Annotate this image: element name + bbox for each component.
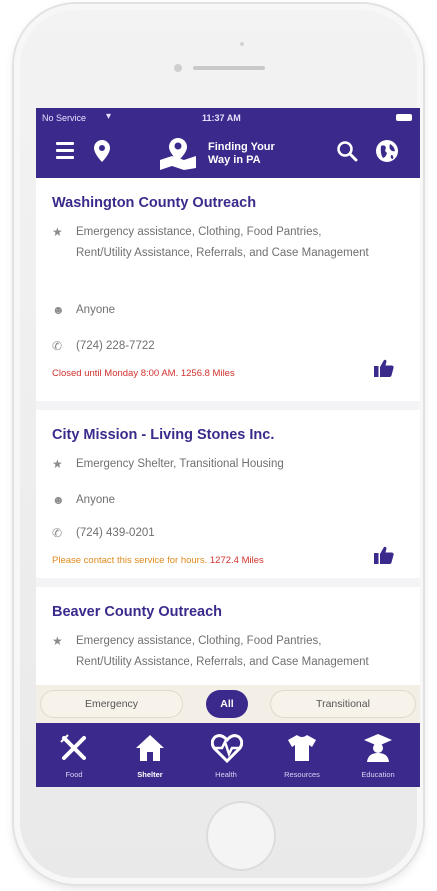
app-title: Finding Your Way in PA (208, 141, 308, 167)
search-icon[interactable] (336, 140, 358, 162)
carrier-label: No Service (42, 113, 87, 123)
tab-all[interactable]: All (206, 690, 248, 718)
people-icon: ☻ (52, 303, 65, 317)
shirt-icon (288, 735, 316, 761)
tab-emergency[interactable]: Emergency (40, 690, 183, 718)
list-item[interactable]: Washington County Outreach ★ Emergency a… (36, 178, 420, 401)
audience-text: Anyone (76, 494, 116, 506)
hours-status-row: Please contact this service for hours. 1… (52, 555, 264, 566)
status-bar: No Service ▾ 11:37 AM (36, 108, 420, 128)
filter-tabs: Emergency All Transitional (36, 685, 420, 723)
services-text: Emergency assistance, Clothing, Food Pan… (76, 226, 369, 259)
front-camera (174, 64, 182, 72)
map-logo-icon (160, 138, 196, 170)
tab-transitional[interactable]: Transitional (270, 690, 416, 718)
app-screen: No Service ▾ 11:37 AM Finding Your Way i… (36, 108, 420, 787)
nav-health[interactable]: Health (188, 723, 264, 787)
nav-education-label: Education (361, 770, 395, 779)
nav-food[interactable]: Food (36, 723, 112, 787)
hours-status: Closed until Monday 8:00 AM. 1256.8 Mile… (52, 368, 235, 379)
hours-status: Please contact this service for hours. (52, 555, 208, 566)
star-icon: ★ (52, 457, 63, 471)
list-item[interactable]: Beaver County Outreach ★ Emergency assis… (36, 587, 420, 685)
list-item[interactable]: City Mission - Living Stones Inc. ★ Emer… (36, 410, 420, 578)
star-icon: ★ (52, 225, 63, 239)
listing-title[interactable]: City Mission - Living Stones Inc. (52, 427, 274, 443)
phone-icon: ✆ (52, 526, 63, 540)
nav-health-label: Health (215, 770, 237, 779)
phone-number[interactable]: (724) 228-7722 (76, 336, 376, 357)
listing-title[interactable]: Washington County Outreach (52, 195, 256, 211)
clock: 11:37 AM (202, 113, 241, 123)
app-header: Finding Your Way in PA (36, 128, 420, 178)
services-text: Emergency assistance, Clothing, Food Pan… (76, 635, 369, 668)
nav-shelter[interactable]: Shelter (112, 723, 188, 787)
app-title-line2: Way in PA (208, 154, 261, 166)
utensils-icon (60, 734, 86, 760)
location-pin-icon[interactable] (94, 140, 110, 162)
nav-resources-label: Resources (284, 770, 320, 779)
thumbs-up-icon[interactable] (374, 359, 394, 377)
globe-icon[interactable] (374, 138, 400, 164)
heartbeat-icon (211, 734, 243, 763)
people-icon: ☻ (52, 493, 65, 507)
proximity-sensor (240, 42, 244, 46)
battery-icon (396, 114, 412, 121)
audience-text: Anyone (76, 304, 116, 316)
nav-shelter-label: Shelter (137, 770, 163, 779)
phone-icon: ✆ (52, 339, 63, 353)
services-text: Emergency Shelter, Transitional Housing (76, 458, 284, 470)
thumbs-up-icon[interactable] (374, 546, 394, 564)
listing-title[interactable]: Beaver County Outreach (52, 604, 222, 620)
bottom-nav: Food Shelter Health Resources Education (36, 723, 420, 787)
nav-education[interactable]: Education (340, 723, 416, 787)
house-icon (136, 735, 164, 761)
phone-number[interactable]: (724) 439-0201 (76, 523, 376, 544)
nav-resources[interactable]: Resources (264, 723, 340, 787)
results-list[interactable]: Washington County Outreach ★ Emergency a… (36, 178, 420, 685)
wifi-icon: ▾ (106, 111, 112, 122)
home-button[interactable] (206, 801, 276, 871)
nav-food-label: Food (65, 770, 83, 779)
graduate-icon (364, 734, 392, 762)
star-icon: ★ (52, 634, 63, 648)
distance-text: 1272.4 Miles (209, 555, 264, 566)
earpiece-speaker (193, 66, 265, 70)
app-title-line1: Finding Your (208, 141, 275, 153)
menu-icon[interactable] (56, 142, 74, 160)
